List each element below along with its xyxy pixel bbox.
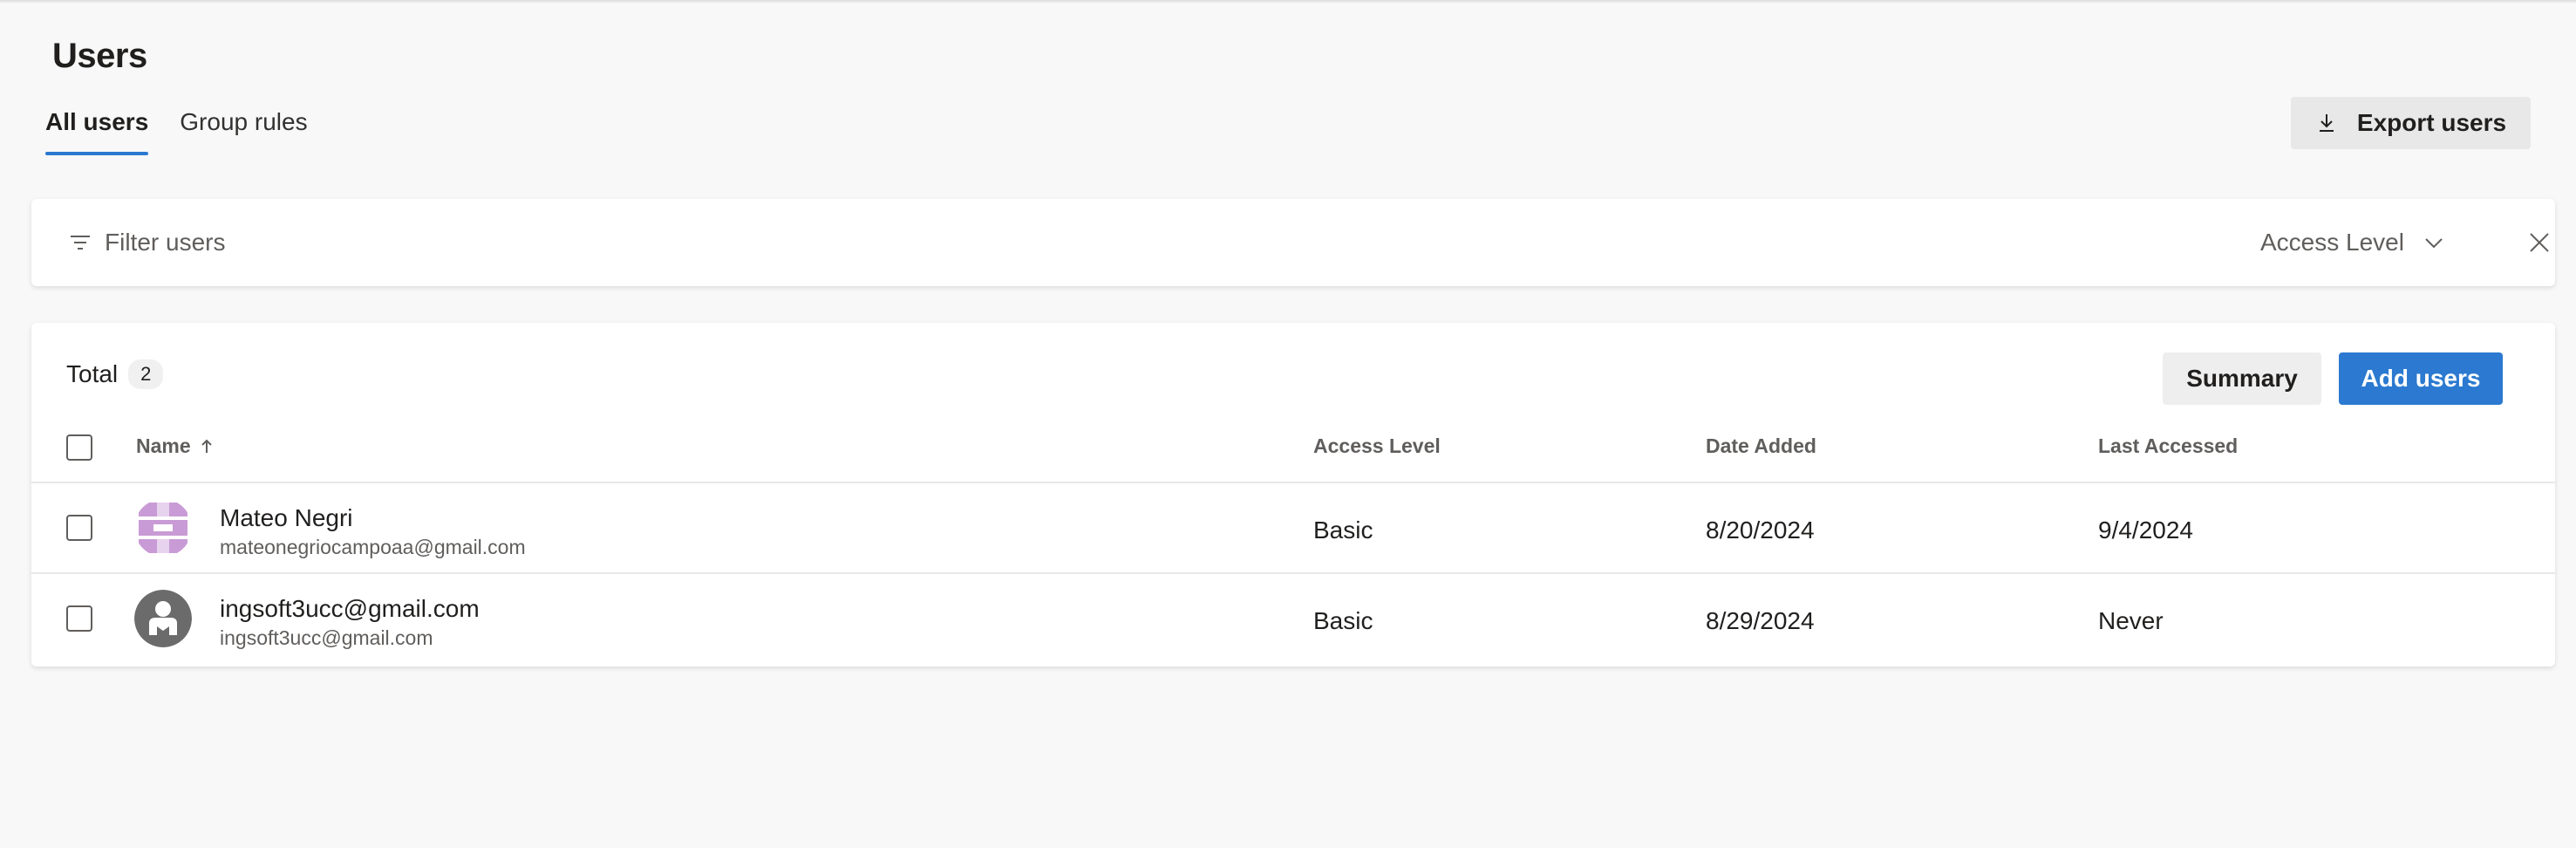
access-level-dropdown-label: Access Level [2260, 229, 2404, 256]
top-bar-shadow [0, 0, 2576, 3]
column-header-date-added[interactable]: Date Added [1706, 434, 1816, 458]
export-users-label: Export users [2356, 109, 2507, 136]
table-row[interactable]: ingsoft3ucc@gmail.com ingsoft3ucc@gmail.… [31, 574, 2555, 665]
row-checkbox[interactable] [66, 605, 92, 632]
column-header-last-accessed[interactable]: Last Accessed [2098, 434, 2238, 458]
user-email: mateonegriocampoaa@gmail.com [220, 536, 526, 558]
date-added-cell: 8/29/2024 [1706, 607, 1815, 634]
column-header-name[interactable]: Name [136, 434, 215, 458]
chevron-down-icon [2425, 238, 2443, 249]
person-avatar [134, 590, 192, 647]
tab-group-rules[interactable]: Group rules [180, 105, 307, 155]
column-header-access-level[interactable]: Access Level [1313, 434, 1441, 458]
select-all-checkbox[interactable] [66, 434, 92, 461]
sort-ascending-icon [201, 439, 212, 453]
table-row[interactable]: Mateo Negri mateonegriocampoaa@gmail.com… [31, 483, 2555, 574]
users-table: Total 2 Summary Add users Name Access Le… [31, 323, 2555, 667]
access-level-cell: Basic [1313, 516, 1373, 544]
filter-users-input[interactable] [105, 222, 802, 263]
user-name: Mateo Negri [220, 504, 353, 531]
page-title: Users [52, 37, 147, 75]
access-level-cell: Basic [1313, 607, 1373, 634]
filter-bar: Access Level [31, 199, 2555, 286]
export-users-button[interactable]: Export users [2291, 97, 2531, 149]
tab-all-users[interactable]: All users [45, 105, 149, 155]
user-name: ingsoft3ucc@gmail.com [220, 595, 480, 622]
total-badge: 2 [128, 359, 164, 389]
column-header-name-label: Name [136, 434, 191, 457]
user-email: ingsoft3ucc@gmail.com [220, 626, 433, 649]
date-added-cell: 8/20/2024 [1706, 516, 1815, 544]
close-icon[interactable] [2527, 230, 2552, 255]
access-level-dropdown[interactable]: Access Level [2260, 222, 2446, 263]
add-users-button[interactable]: Add users [2339, 352, 2503, 405]
summary-button[interactable]: Summary [2163, 352, 2321, 405]
identicon-avatar [134, 499, 192, 557]
total-label: Total [66, 360, 119, 387]
filter-icon [71, 236, 90, 250]
row-checkbox[interactable] [66, 515, 92, 541]
download-icon [2319, 114, 2334, 132]
last-accessed-cell: 9/4/2024 [2098, 516, 2193, 544]
last-accessed-cell: Never [2098, 607, 2164, 634]
tab-bar: All users Group rules [45, 105, 339, 155]
total-count: Total 2 [66, 359, 164, 389]
